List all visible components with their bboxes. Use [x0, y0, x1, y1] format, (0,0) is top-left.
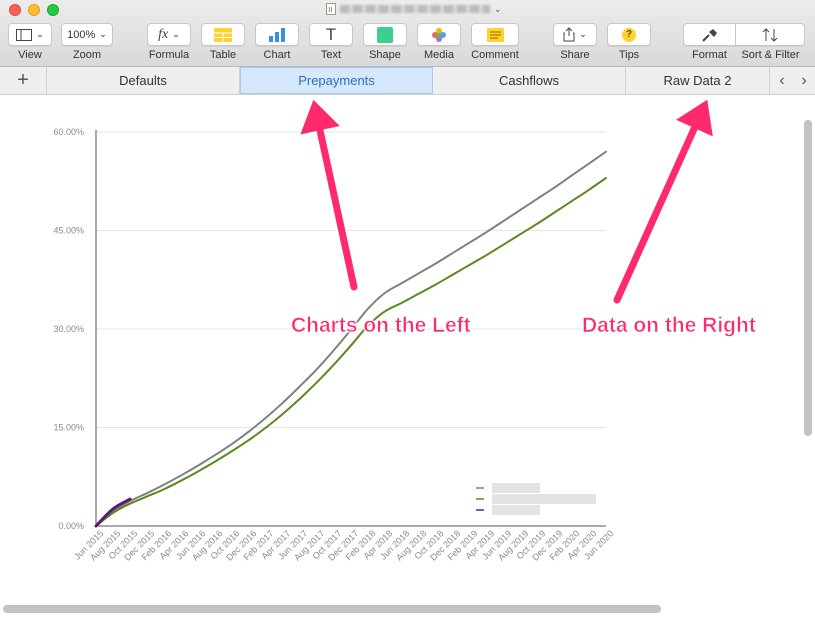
- tips-button[interactable]: ?: [607, 23, 651, 46]
- numbers-document-icon: [326, 3, 336, 15]
- table-button[interactable]: [201, 23, 245, 46]
- zoom-select[interactable]: 100% ⌄: [61, 23, 113, 46]
- document-title[interactable]: ⌄: [326, 2, 502, 16]
- tab-prepayments[interactable]: Prepayments: [240, 67, 433, 94]
- formula-label: Formula: [148, 49, 190, 61]
- share-button[interactable]: ⌄: [553, 23, 597, 46]
- comment-button[interactable]: [471, 23, 519, 46]
- share-icon: [563, 27, 575, 42]
- shape-label: Shape: [369, 49, 401, 61]
- view-button[interactable]: ⌄: [8, 23, 52, 46]
- chevron-down-icon: ⌄: [579, 29, 587, 39]
- tab-cashflows[interactable]: Cashflows: [433, 67, 626, 94]
- zoom-label: Zoom: [72, 49, 102, 61]
- shape-icon: [377, 26, 393, 43]
- media-button[interactable]: [417, 23, 461, 46]
- sidebar-layout-icon: [16, 28, 33, 41]
- sort-arrows-icon: [762, 27, 778, 42]
- chevron-down-icon: ⌄: [36, 29, 44, 39]
- table-icon: [214, 27, 232, 42]
- blurred-document-name: [340, 5, 490, 13]
- comment-icon: [486, 27, 504, 42]
- chart-button[interactable]: [255, 23, 299, 46]
- close-window-button[interactable]: [9, 4, 21, 16]
- function-icon: fx: [158, 26, 169, 42]
- share-label: Share: [560, 49, 590, 61]
- chart-label: Chart: [263, 49, 291, 61]
- chevron-down-icon: ⌄: [172, 29, 180, 39]
- tab-raw-data-2[interactable]: Raw Data 2: [626, 67, 770, 94]
- toolbar: ⌄ ⌄ View 100% ⌄ Zoom fx ⌄ Formula Table …: [0, 0, 815, 67]
- sort-filter-button[interactable]: [736, 23, 805, 46]
- format-label: Format: [692, 49, 727, 61]
- bar-chart-icon: [269, 27, 285, 42]
- chevron-down-icon: ⌄: [494, 3, 502, 14]
- shape-button[interactable]: [363, 23, 407, 46]
- sheet-canvas: [0, 95, 815, 617]
- chevron-down-icon: ⌄: [99, 29, 107, 39]
- text-button[interactable]: T: [309, 23, 353, 46]
- tips-icon: ?: [622, 27, 636, 42]
- media-label: Media: [424, 49, 454, 61]
- tips-glyph: ?: [625, 29, 633, 40]
- table-label: Table: [209, 49, 237, 61]
- sheet-tab-bar: + Defaults Prepayments Cashflows Raw Dat…: [0, 67, 815, 95]
- tips-label: Tips: [618, 49, 640, 61]
- format-button[interactable]: [683, 23, 736, 46]
- horizontal-scrollbar[interactable]: [3, 605, 661, 613]
- text-icon: T: [325, 24, 337, 44]
- zoom-window-button[interactable]: [47, 4, 59, 16]
- comment-label: Comment: [471, 49, 519, 61]
- chevron-right-icon[interactable]: ›: [793, 67, 815, 94]
- annotation-data-right: Data on the Right: [582, 314, 756, 338]
- paintbrush-icon: [701, 28, 717, 42]
- photos-icon: [432, 27, 446, 42]
- minimize-window-button[interactable]: [28, 4, 40, 16]
- sort-filter-label: Sort & Filter: [741, 49, 800, 61]
- formula-button[interactable]: fx ⌄: [147, 23, 191, 46]
- tab-defaults[interactable]: Defaults: [47, 67, 240, 94]
- zoom-value: 100%: [67, 28, 96, 41]
- vertical-scrollbar[interactable]: [804, 120, 812, 436]
- text-label: Text: [320, 49, 342, 61]
- annotation-charts-left: Charts on the Left: [291, 314, 471, 338]
- add-sheet-button[interactable]: +: [0, 67, 47, 94]
- chevron-left-icon[interactable]: ‹: [771, 67, 793, 94]
- view-label: View: [18, 49, 42, 61]
